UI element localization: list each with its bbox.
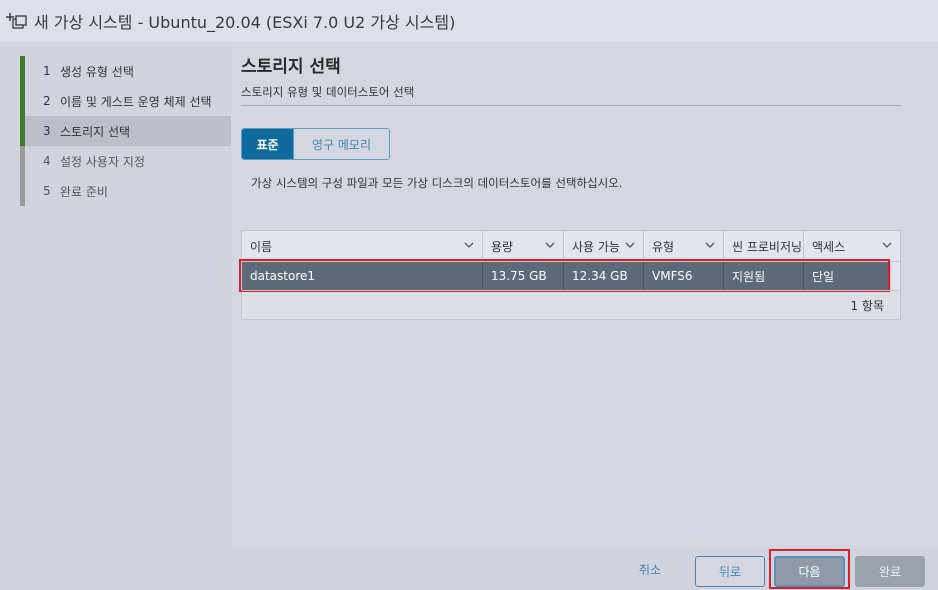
step-3[interactable]: 3 스토리지 선택 bbox=[20, 116, 231, 146]
storage-type-toggle: 표준 영구 메모리 bbox=[241, 128, 390, 160]
chevron-down-icon bbox=[545, 241, 555, 252]
finish-button: 완료 bbox=[855, 556, 925, 587]
column-label: 씬 프로비저닝 bbox=[732, 240, 803, 254]
new-vm-icon bbox=[4, 9, 28, 33]
table-footer: 1 항목 bbox=[242, 290, 900, 319]
table-row[interactable]: datastore1 13.75 GB 12.34 GB VMFS6 지원됨 단… bbox=[242, 262, 888, 290]
column-label: 사용 가능 bbox=[572, 240, 620, 254]
chevron-down-icon bbox=[625, 241, 635, 252]
divider bbox=[241, 105, 901, 106]
step-label: 설정 사용자 지정 bbox=[60, 154, 145, 169]
page-title: 스토리지 선택 bbox=[241, 57, 341, 77]
cell-capacity: 13.75 GB bbox=[483, 262, 564, 290]
step-label: 생성 유형 선택 bbox=[60, 64, 134, 79]
cell-free: 12.34 GB bbox=[564, 262, 644, 290]
button-bar: 취소 뒤로 다음 완료 bbox=[0, 548, 938, 590]
tab-persistent-memory[interactable]: 영구 메모리 bbox=[293, 129, 389, 159]
step-label: 스토리지 선택 bbox=[60, 124, 131, 139]
column-header-access[interactable]: 액세스 bbox=[804, 231, 900, 262]
cell-access: 단일 bbox=[812, 269, 835, 284]
main-content: 스토리지 선택 스토리지 유형 및 데이터스토어 선택 표준 영구 메모리 가상… bbox=[231, 42, 938, 548]
chevron-down-icon bbox=[464, 241, 474, 252]
page-subtitle: 스토리지 유형 및 데이터스토어 선택 bbox=[241, 85, 415, 99]
step-1[interactable]: 1 생성 유형 선택 bbox=[20, 56, 231, 86]
step-label: 이름 및 게스트 운영 체제 선택 bbox=[60, 94, 212, 109]
cell-name: datastore1 bbox=[242, 262, 483, 290]
column-label: 유형 bbox=[652, 240, 675, 254]
step-2[interactable]: 2 이름 및 게스트 운영 체제 선택 bbox=[20, 86, 231, 116]
column-header-free[interactable]: 사용 가능 bbox=[564, 231, 644, 262]
step-number: 1 bbox=[43, 64, 51, 78]
storage-description: 가상 시스템의 구성 파일과 모든 가상 디스크의 데이터스토어를 선택하십시오… bbox=[251, 176, 623, 190]
column-header-name[interactable]: 이름 bbox=[242, 231, 483, 262]
chevron-down-icon bbox=[882, 241, 892, 252]
datastore-table: 이름 용량 사용 가능 유형 씬 프로비저닝 액세스 datastore1 13… bbox=[239, 230, 901, 320]
tab-standard[interactable]: 표준 bbox=[242, 129, 293, 159]
step-number: 5 bbox=[43, 184, 51, 198]
wizard-steps: 1 생성 유형 선택 2 이름 및 게스트 운영 체제 선택 3 스토리지 선택… bbox=[20, 56, 231, 206]
chevron-down-icon bbox=[705, 241, 715, 252]
step-4: 4 설정 사용자 지정 bbox=[20, 146, 231, 176]
step-label: 완료 준비 bbox=[60, 184, 108, 199]
wizard-steps-pane: 1 생성 유형 선택 2 이름 및 게스트 운영 체제 선택 3 스토리지 선택… bbox=[0, 42, 231, 548]
item-count: 1 항목 bbox=[850, 298, 884, 313]
step-5: 5 완료 준비 bbox=[20, 176, 231, 206]
table-scrollbar[interactable] bbox=[890, 262, 900, 290]
column-label: 이름 bbox=[250, 240, 273, 254]
column-header-type[interactable]: 유형 bbox=[644, 231, 724, 262]
next-button[interactable]: 다음 bbox=[774, 556, 845, 587]
column-header-thin-provisioning[interactable]: 씬 프로비저닝 bbox=[724, 231, 804, 262]
cell-thin-provisioning: 지원됨 bbox=[724, 262, 804, 290]
cell-type: VMFS6 bbox=[644, 262, 724, 290]
window-title: 새 가상 시스템 - Ubuntu_20.04 (ESXi 7.0 U2 가상 … bbox=[34, 13, 456, 32]
column-header-capacity[interactable]: 용량 bbox=[483, 231, 564, 262]
column-label: 용량 bbox=[491, 240, 514, 254]
cancel-button[interactable]: 취소 bbox=[622, 553, 678, 585]
step-number: 4 bbox=[43, 154, 51, 168]
column-label: 액세스 bbox=[812, 240, 846, 254]
title-bar: 새 가상 시스템 - Ubuntu_20.04 (ESXi 7.0 U2 가상 … bbox=[0, 0, 938, 42]
table-header: 이름 용량 사용 가능 유형 씬 프로비저닝 액세스 bbox=[242, 231, 900, 262]
back-button[interactable]: 뒤로 bbox=[695, 556, 765, 587]
step-number: 2 bbox=[43, 94, 51, 108]
step-number: 3 bbox=[43, 124, 51, 138]
